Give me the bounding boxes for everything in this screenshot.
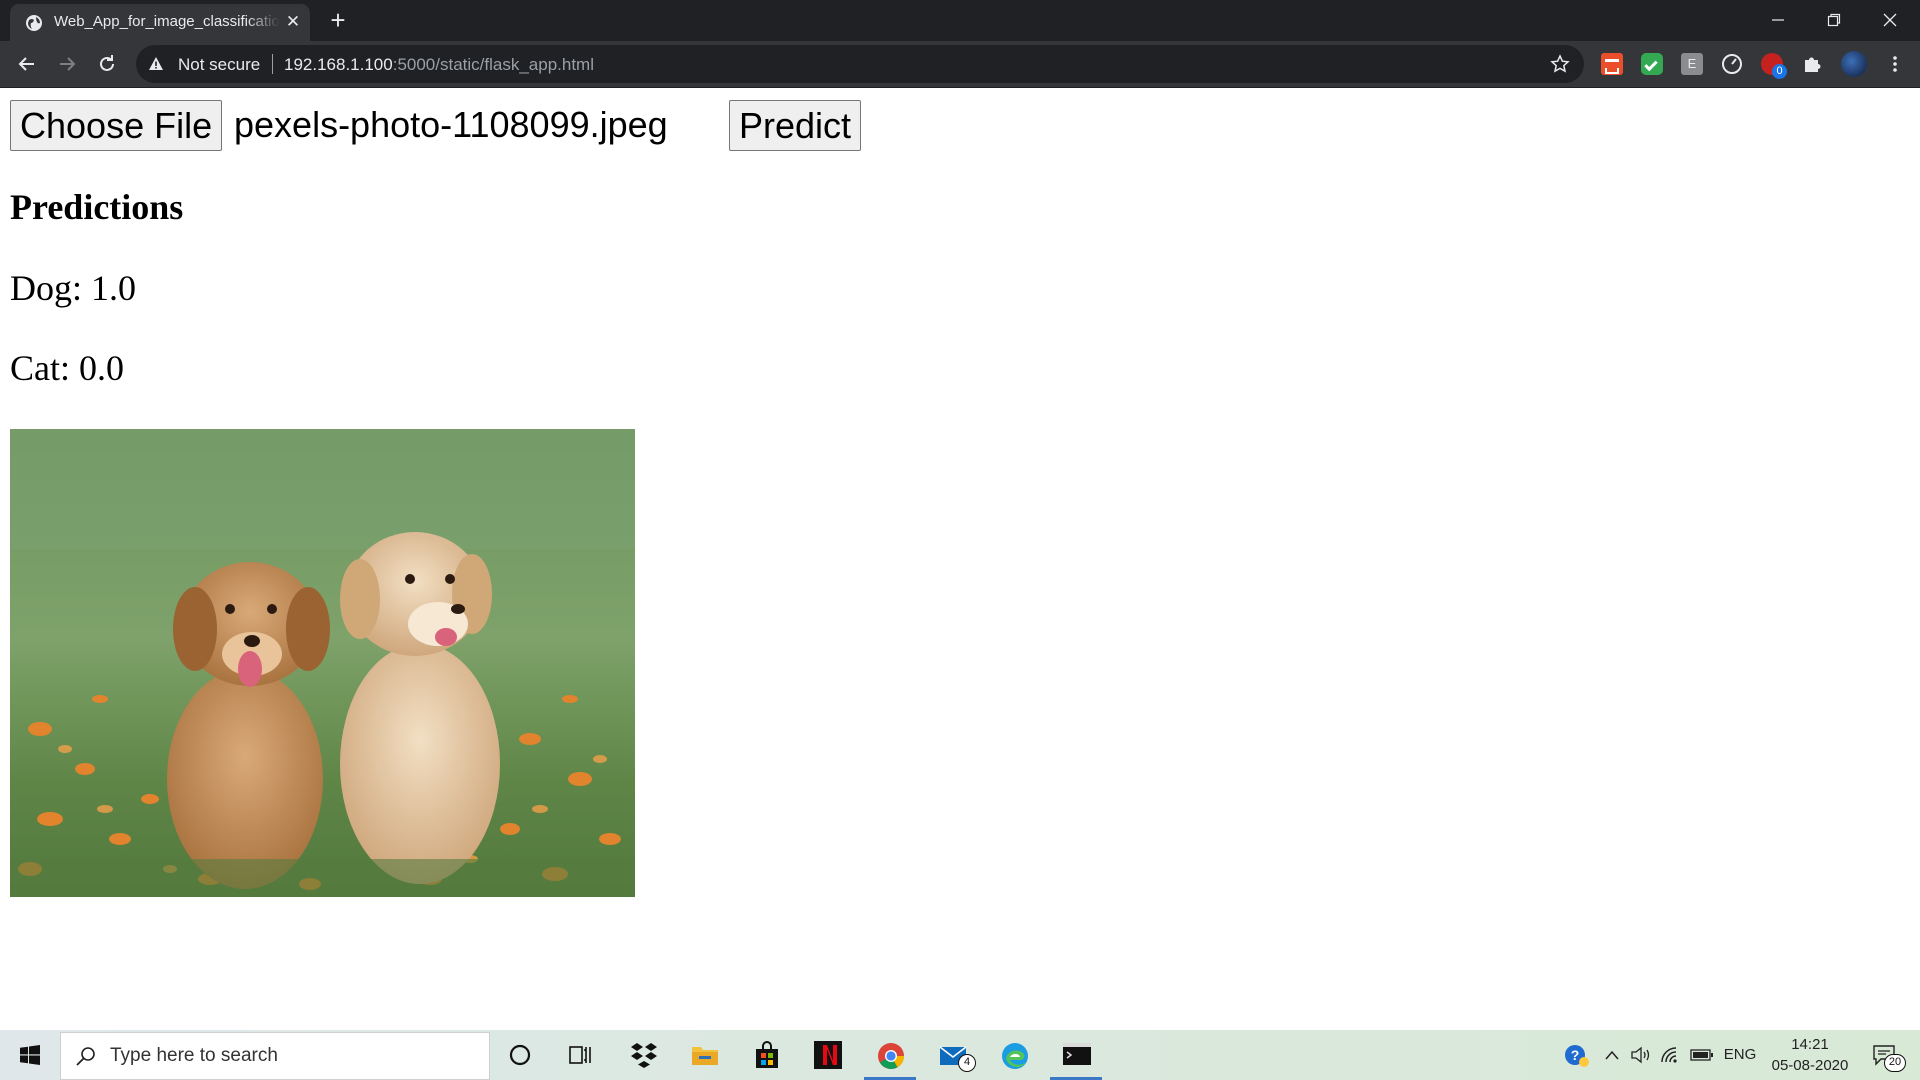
predict-button[interactable]: Predict xyxy=(729,100,862,151)
chevron-up-icon xyxy=(1605,1050,1619,1060)
forward-arrow-icon[interactable] xyxy=(53,50,81,78)
wifi-icon xyxy=(1661,1047,1677,1063)
task-view-button[interactable] xyxy=(550,1030,610,1080)
mail-badge: 4 xyxy=(958,1054,976,1072)
netflix-icon xyxy=(814,1041,842,1069)
show-hidden-icons-button[interactable] xyxy=(1600,1030,1624,1080)
battery-icon xyxy=(1690,1049,1713,1061)
globe-icon xyxy=(26,15,42,31)
minimize-icon xyxy=(1772,19,1784,21)
page-content: Choose File pexels-photo-1108099.jpeg Pr… xyxy=(0,89,1920,1030)
windows-logo-icon xyxy=(20,1045,40,1065)
address-bar[interactable]: Not secure 192.168.1.100:5000/static/fla… xyxy=(136,45,1584,83)
warning-icon[interactable] xyxy=(148,56,164,72)
netflix-app[interactable] xyxy=(798,1030,858,1080)
selected-file-name: pexels-photo-1108099.jpeg xyxy=(234,104,668,145)
dropbox-app[interactable] xyxy=(613,1030,673,1080)
prediction-cat: Cat: 0.0 xyxy=(10,348,124,388)
new-tab-button[interactable]: + xyxy=(324,6,352,34)
action-center-button[interactable]: 20 xyxy=(1862,1030,1920,1080)
shopping-bag-icon xyxy=(756,1041,778,1068)
tab-close-icon[interactable]: ✕ xyxy=(284,13,302,31)
mail-app[interactable]: 4 xyxy=(922,1030,982,1080)
choose-file-button[interactable]: Choose File xyxy=(10,100,223,151)
terminal-app[interactable] xyxy=(1046,1030,1106,1080)
restore-button[interactable] xyxy=(1806,0,1862,38)
puzzle-icon[interactable] xyxy=(1801,53,1823,75)
start-button[interactable] xyxy=(0,1030,60,1080)
extension-red-icon[interactable]: 0 xyxy=(1761,53,1787,79)
tab-title: Web_App_for_image_classificatio xyxy=(54,13,280,30)
extension-e-icon[interactable]: E xyxy=(1681,53,1703,75)
security-label[interactable]: Not secure xyxy=(178,55,260,75)
restore-icon xyxy=(1827,13,1841,27)
help-tray-item[interactable]: ? xyxy=(1562,1030,1592,1080)
language-indicator[interactable]: ENG xyxy=(1722,1030,1758,1080)
menu-dots-icon[interactable] xyxy=(1884,53,1906,75)
predictions-heading: Predictions xyxy=(10,187,184,227)
store-app[interactable] xyxy=(736,1030,796,1080)
omnibox-separator xyxy=(272,54,273,74)
minimize-button[interactable] xyxy=(1750,0,1806,38)
dropbox-icon xyxy=(631,1043,657,1068)
search-icon xyxy=(76,1047,95,1066)
edge-app[interactable] xyxy=(984,1030,1044,1080)
back-arrow-icon[interactable] xyxy=(13,50,41,78)
cortana-circle-icon xyxy=(509,1044,531,1066)
svg-text:?: ? xyxy=(1571,1047,1580,1063)
clock-time: 14:21 xyxy=(1791,1036,1829,1053)
tab-strip: Web_App_for_image_classificatio ✕ + xyxy=(0,0,1920,41)
url-text[interactable]: 192.168.1.100:5000/static/flask_app.html xyxy=(284,55,594,75)
file-explorer-app[interactable] xyxy=(674,1030,734,1080)
extension-2-icon[interactable] xyxy=(1641,53,1663,75)
prediction-dog: Dog: 1.0 xyxy=(10,268,136,308)
extension-1-icon[interactable] xyxy=(1601,53,1623,75)
bookmark-star-icon[interactable] xyxy=(1550,54,1570,74)
reload-icon[interactable] xyxy=(93,50,121,78)
speaker-icon xyxy=(1631,1046,1650,1064)
network-tray-item[interactable] xyxy=(1658,1030,1684,1080)
close-window-button[interactable] xyxy=(1862,0,1918,38)
close-icon xyxy=(1883,13,1897,27)
clock-date: 05-08-2020 xyxy=(1771,1057,1849,1074)
task-view-icon xyxy=(569,1046,591,1064)
speedometer-icon[interactable] xyxy=(1721,53,1743,75)
battery-tray-item[interactable] xyxy=(1688,1030,1716,1080)
taskbar: Type here to search 4 ? ENG 14:21 05-08-… xyxy=(0,1030,1920,1080)
cortana-button[interactable] xyxy=(490,1030,550,1080)
notification-count-badge: 20 xyxy=(1884,1054,1906,1072)
chrome-app[interactable] xyxy=(860,1030,920,1080)
uploaded-photo xyxy=(10,429,635,897)
browser-tab[interactable]: Web_App_for_image_classificatio ✕ xyxy=(10,4,310,41)
search-placeholder: Type here to search xyxy=(110,1045,278,1066)
terminal-icon xyxy=(1063,1043,1091,1065)
browser-toolbar: Not secure 192.168.1.100:5000/static/fla… xyxy=(0,41,1920,88)
clock[interactable]: 14:21 05-08-2020 xyxy=(1762,1034,1858,1076)
profile-avatar[interactable] xyxy=(1841,51,1867,77)
edge-icon xyxy=(1002,1043,1028,1069)
folder-icon xyxy=(692,1047,718,1065)
chrome-icon xyxy=(878,1043,904,1069)
help-icon: ? xyxy=(1565,1045,1589,1067)
volume-tray-item[interactable] xyxy=(1628,1030,1654,1080)
taskbar-search[interactable]: Type here to search xyxy=(60,1032,490,1080)
